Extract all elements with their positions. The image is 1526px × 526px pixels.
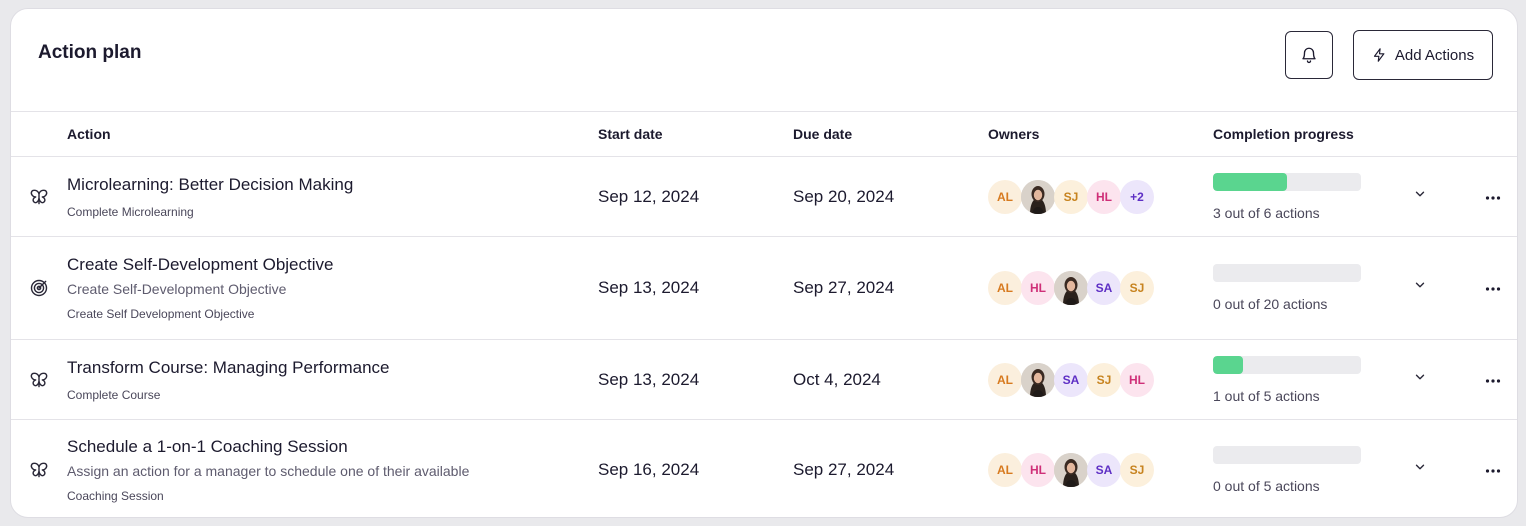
chevron-down-icon[interactable] [1413, 460, 1427, 479]
column-header-owners: Owners [988, 126, 1040, 142]
due-date: Sep 20, 2024 [793, 186, 895, 206]
table-header: Action Start date Due date Owners Comple… [11, 112, 1517, 157]
target-icon [11, 278, 67, 298]
owner-avatar-sa[interactable]: SA [1087, 453, 1121, 487]
more-options-icon[interactable] [1485, 371, 1501, 389]
due-date: Oct 4, 2024 [793, 369, 881, 389]
table-row[interactable]: Microlearning: Better Decision Making Co… [11, 157, 1517, 237]
owner-avatar-al[interactable]: AL [988, 453, 1022, 487]
progress-text: 1 out of 5 actions [1213, 387, 1320, 404]
page-title: Action plan [38, 42, 142, 63]
owners-cell: AL SJ HL +2 [988, 179, 1213, 214]
progress-cell: 0 out of 20 actions [1213, 264, 1413, 312]
table-row[interactable]: Transform Course: Managing Performance C… [11, 340, 1517, 420]
action-cell[interactable]: Create Self-Development Objective Create… [67, 255, 598, 321]
start-date: Sep 13, 2024 [598, 278, 700, 297]
progress-bar [1213, 355, 1361, 374]
owner-avatars[interactable]: AL SA SJ HL [988, 362, 1213, 397]
owner-avatar-sa[interactable]: SA [1087, 271, 1121, 305]
owners-cell: AL HL SA SJ [988, 453, 1213, 487]
owner-avatar-sj[interactable]: SJ [1120, 453, 1154, 487]
table-row[interactable]: Create Self-Development Objective Create… [11, 237, 1517, 340]
owner-avatar-hl[interactable]: HL [1120, 362, 1154, 397]
action-description: Assign an action for a manager to schedu… [67, 463, 470, 479]
owner-avatar-hl[interactable]: HL [1087, 179, 1121, 214]
action-title[interactable]: Microlearning: Better Decision Making [67, 175, 586, 195]
more-options-icon[interactable] [1485, 188, 1501, 206]
header-actions: Add Actions [1285, 30, 1493, 80]
owner-avatars[interactable]: AL SJ HL +2 [988, 179, 1213, 214]
owner-avatar-al[interactable]: AL [988, 271, 1022, 305]
action-title[interactable]: Transform Course: Managing Performance [67, 358, 586, 378]
progress-text: 3 out of 6 actions [1213, 204, 1320, 221]
progress-cell: 0 out of 5 actions [1213, 446, 1413, 494]
owner-avatar-hl[interactable]: HL [1021, 453, 1055, 487]
lightning-icon [1373, 48, 1385, 62]
action-cell[interactable]: Microlearning: Better Decision Making Co… [67, 175, 598, 219]
owner-avatar-photo[interactable] [1054, 453, 1088, 487]
owner-avatar-sa[interactable]: SA [1054, 362, 1088, 397]
owners-cell: AL HL SA SJ [988, 271, 1213, 305]
action-type: Create Self Development Objective [67, 307, 255, 321]
start-date: Sep 12, 2024 [598, 186, 700, 206]
column-header-action: Action [67, 126, 111, 142]
butterfly-icon [11, 370, 67, 390]
butterfly-icon [11, 187, 67, 207]
due-date: Sep 27, 2024 [793, 278, 895, 297]
progress-text: 0 out of 5 actions [1213, 478, 1320, 494]
progress-text: 0 out of 20 actions [1213, 296, 1328, 312]
action-type: Coaching Session [67, 489, 164, 503]
owner-avatar-sj[interactable]: SJ [1054, 179, 1088, 214]
progress-bar [1213, 172, 1361, 191]
progress-bar [1213, 264, 1361, 282]
action-plan-card: Action plan Add Actions Action Start dat… [10, 8, 1518, 518]
owner-avatars[interactable]: AL HL SA SJ [988, 271, 1213, 305]
owner-overflow-count[interactable]: +2 [1120, 179, 1154, 214]
action-type: Complete Course [67, 387, 161, 402]
column-header-start-date: Start date [598, 126, 663, 142]
bell-icon [1302, 47, 1316, 64]
owner-avatar-photo[interactable] [1054, 271, 1088, 305]
action-cell[interactable]: Transform Course: Managing Performance C… [67, 358, 598, 402]
more-options-icon[interactable] [1485, 461, 1501, 479]
action-type: Complete Microlearning [67, 204, 194, 219]
column-header-due-date: Due date [793, 126, 853, 142]
owner-avatars[interactable]: AL HL SA SJ [988, 453, 1213, 487]
chevron-down-icon[interactable] [1413, 370, 1427, 389]
owner-avatar-al[interactable]: AL [988, 179, 1022, 214]
table-row[interactable]: Schedule a 1-on-1 Coaching Session Assig… [11, 420, 1517, 517]
more-options-icon[interactable] [1485, 279, 1501, 297]
action-title[interactable]: Create Self-Development Objective [67, 255, 586, 275]
progress-bar-fill [1213, 172, 1287, 191]
chevron-down-icon[interactable] [1413, 187, 1427, 206]
progress-cell: 3 out of 6 actions [1213, 172, 1413, 221]
owner-avatar-al[interactable]: AL [988, 362, 1022, 397]
owners-cell: AL SA SJ HL [988, 362, 1213, 397]
start-date: Sep 13, 2024 [598, 369, 700, 389]
table-body: Microlearning: Better Decision Making Co… [11, 157, 1517, 517]
start-date: Sep 16, 2024 [598, 460, 700, 479]
progress-bar-fill [1213, 355, 1243, 374]
progress-bar [1213, 446, 1361, 464]
card-header: Action plan Add Actions [11, 9, 1517, 112]
action-cell[interactable]: Schedule a 1-on-1 Coaching Session Assig… [67, 437, 598, 503]
action-description: Create Self-Development Objective [67, 281, 287, 297]
add-actions-button[interactable]: Add Actions [1353, 30, 1493, 80]
add-actions-label: Add Actions [1394, 46, 1475, 64]
owner-avatar-hl[interactable]: HL [1021, 271, 1055, 305]
owner-avatar-sj[interactable]: SJ [1120, 271, 1154, 305]
owner-avatar-photo[interactable] [1021, 362, 1055, 397]
progress-cell: 1 out of 5 actions [1213, 355, 1413, 404]
notification-button[interactable] [1285, 31, 1333, 79]
due-date: Sep 27, 2024 [793, 460, 895, 479]
butterfly-icon [11, 460, 67, 480]
owner-avatar-photo[interactable] [1021, 179, 1055, 214]
chevron-down-icon[interactable] [1413, 278, 1427, 297]
column-header-progress: Completion progress [1213, 126, 1354, 142]
owner-avatar-sj[interactable]: SJ [1087, 362, 1121, 397]
action-title[interactable]: Schedule a 1-on-1 Coaching Session [67, 437, 586, 457]
